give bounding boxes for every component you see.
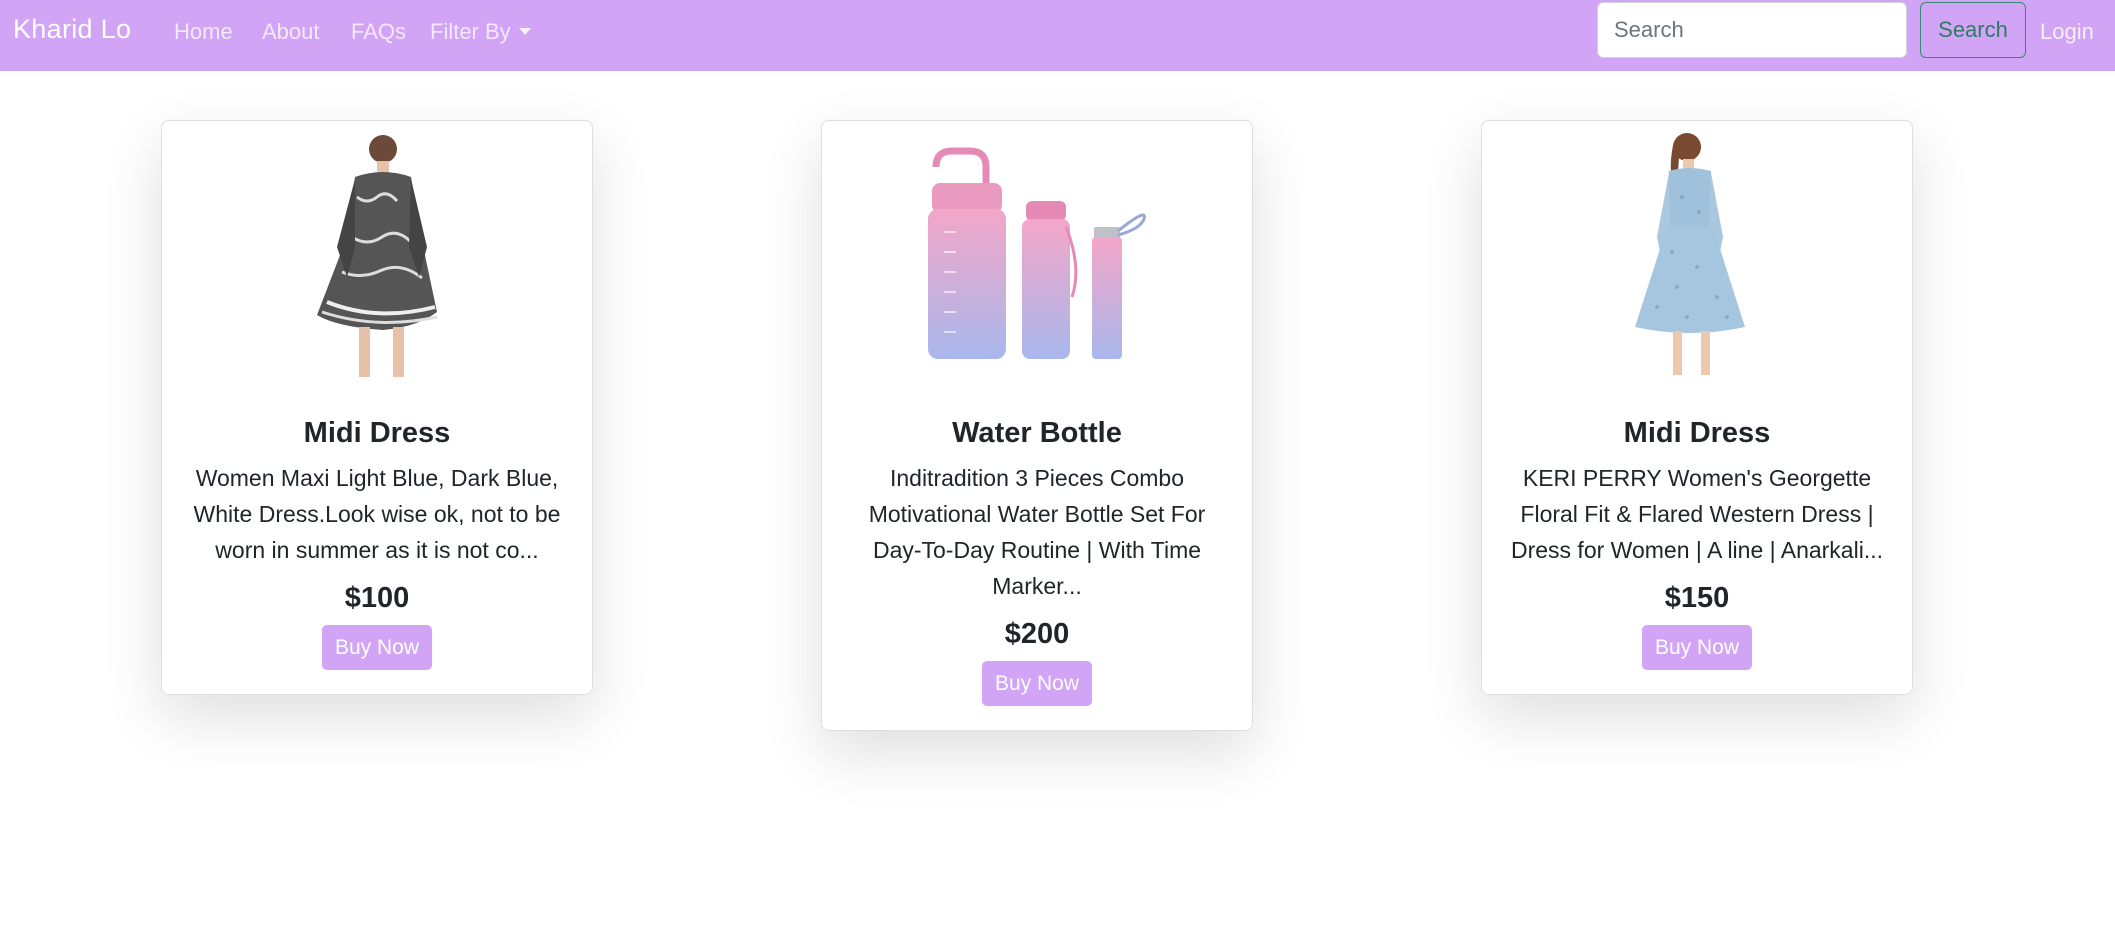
buy-now-button[interactable]: Buy Now xyxy=(1642,625,1752,670)
brand-logo[interactable]: Kharid Lo xyxy=(13,14,131,45)
navbar: Kharid Lo Home About FAQs Filter By Sear… xyxy=(0,0,2115,71)
product-price: $150 xyxy=(1664,582,1730,614)
login-link[interactable]: Login xyxy=(2040,19,2094,45)
product-image xyxy=(184,121,570,393)
product-price: $100 xyxy=(344,582,410,614)
product-price: $200 xyxy=(1004,618,1070,650)
product-title: Water Bottle xyxy=(952,417,1122,449)
product-description: Women Maxi Light Blue, Dark Blue, White … xyxy=(193,465,561,563)
product-description: KERI PERRY Women's Georgette Floral Fit … xyxy=(1510,465,1883,563)
chevron-down-icon xyxy=(518,28,531,35)
nav-link-about[interactable]: About xyxy=(262,19,320,45)
product-title: Midi Dress xyxy=(1623,417,1771,449)
buy-now-button[interactable]: Buy Now xyxy=(322,625,432,670)
nav-link-home[interactable]: Home xyxy=(174,19,233,45)
product-title: Midi Dress xyxy=(303,417,451,449)
filter-by-label: Filter By xyxy=(430,19,511,44)
filter-by-dropdown[interactable]: Filter By xyxy=(430,19,531,45)
search-input[interactable] xyxy=(1597,2,1907,58)
search-button[interactable]: Search xyxy=(1920,2,2026,58)
product-card: Midi Dress Women Maxi Light Blue, Dark B… xyxy=(161,120,593,695)
product-description: Inditradition 3 Pieces Combo Motivationa… xyxy=(868,465,1206,599)
product-image xyxy=(844,121,1230,393)
product-card: Water Bottle Inditradition 3 Pieces Comb… xyxy=(821,120,1253,731)
product-image xyxy=(1504,121,1890,393)
nav-link-faqs[interactable]: FAQs xyxy=(351,19,406,45)
buy-now-button[interactable]: Buy Now xyxy=(982,661,1092,706)
product-card: Midi Dress KERI PERRY Women's Georgette … xyxy=(1481,120,1913,695)
